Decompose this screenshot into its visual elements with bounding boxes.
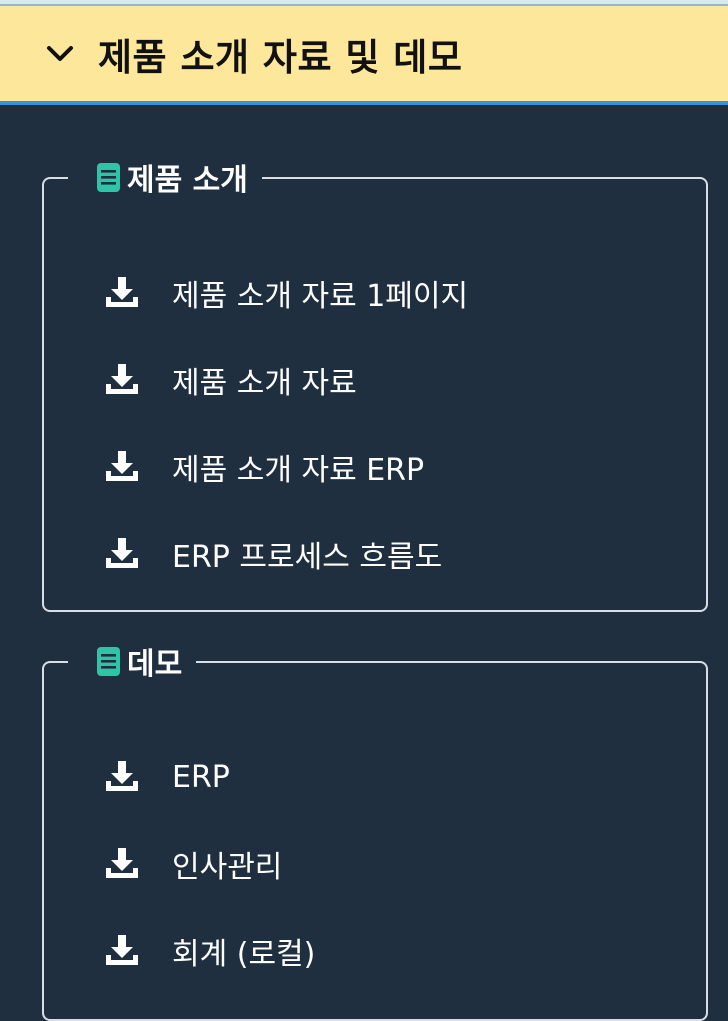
download-item[interactable]: ERP 프로세스 흐름도 — [102, 530, 442, 578]
download-icon — [102, 536, 142, 572]
chevron-down-icon[interactable] — [40, 34, 80, 74]
download-item[interactable]: 제품 소개 자료 ERP — [102, 443, 424, 491]
download-item-label: 제품 소개 자료 ERP — [172, 453, 425, 488]
download-item-label: 인사관리 — [172, 850, 283, 885]
download-icon — [102, 933, 142, 969]
download-item-label: 제품 소개 자료 — [172, 366, 357, 401]
group-product-intro: 제품 소개 제품 소개 자료 1페이지 제품 소개 자료 제품 소개 자료 ER… — [42, 155, 708, 612]
download-item[interactable]: 제품 소개 자료 — [102, 356, 357, 404]
download-icon — [102, 846, 142, 882]
download-item[interactable]: 제품 소개 자료 1페이지 — [102, 269, 468, 317]
section-title: 제품 소개 자료 및 데모 — [98, 35, 463, 79]
group-demo: 데모 ERP 인사관리 회계 (로컬) — [42, 639, 708, 1021]
download-item[interactable]: ERP — [102, 753, 230, 801]
download-icon — [102, 275, 142, 311]
download-item-label: ERP — [172, 759, 230, 795]
group-title: 데모 — [127, 647, 183, 682]
group-title: 제품 소개 — [127, 163, 248, 198]
download-item-label: 회계 (로컬) — [172, 937, 316, 972]
group-legend: 데모 — [68, 639, 197, 683]
download-item-label: 제품 소개 자료 1페이지 — [172, 279, 469, 314]
section-header[interactable]: 제품 소개 자료 및 데모 — [0, 4, 728, 105]
download-icon — [102, 362, 142, 398]
download-item[interactable]: 회계 (로컬) — [102, 927, 315, 975]
download-item-label: ERP 프로세스 흐름도 — [172, 540, 443, 575]
download-icon — [102, 449, 142, 485]
download-item[interactable]: 인사관리 — [102, 840, 282, 888]
download-icon — [102, 759, 142, 795]
group-legend: 제품 소개 — [68, 155, 262, 199]
book-icon — [96, 646, 121, 677]
book-icon — [96, 162, 121, 193]
